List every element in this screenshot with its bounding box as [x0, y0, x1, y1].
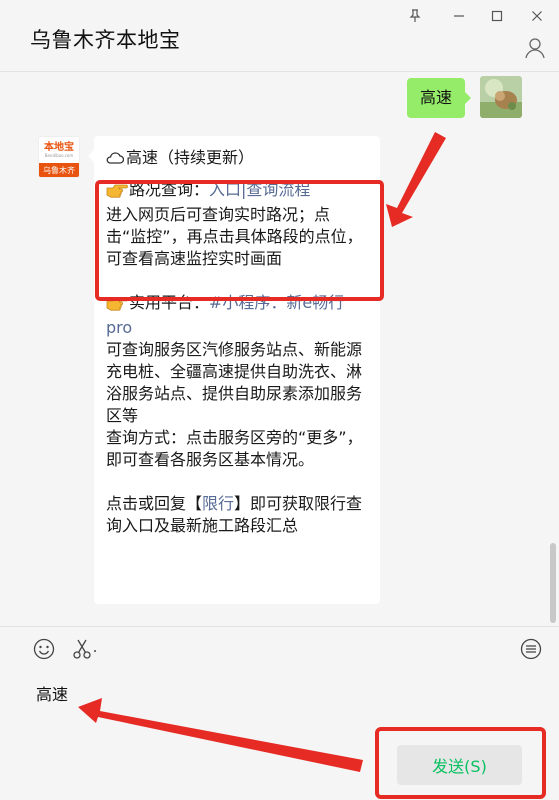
query-process-link[interactable]: 查询流程 [246, 180, 310, 199]
bendibao-logo: 本地宝 [44, 141, 74, 153]
bendibao-domain: Bendibao.com [44, 152, 74, 158]
platform-prefix: 实用平台： [129, 293, 210, 312]
bendibao-city: 乌鲁木齐 [39, 163, 79, 177]
chat-history-icon[interactable] [519, 637, 543, 661]
bendibao-avatar[interactable]: 本地宝 Bendibao.com 乌鲁木齐 [38, 136, 80, 178]
platform-description: 可查询服务区汽修服务站点、新能源充电桩、全疆高速提供自助洗衣、淋浴服务站点、提供… [106, 340, 363, 425]
query-method: 查询方式：点击服务区旁的“更多”，即可查看各服务区基本情况。 [106, 428, 363, 469]
platform-block: 实用平台：#小程序：新e畅行pro 可查询服务区汽修服务站点、新能源充电桩、全疆… [106, 292, 368, 471]
cloud-icon [106, 149, 125, 171]
input-area: 高速 发送(S) [0, 626, 559, 800]
message-input[interactable]: 高速 [36, 681, 68, 705]
road-query-description: 进入网页后可查询实时路况；点击“监控”，再点击具体路段的点位，可查看高速监控实时… [106, 205, 363, 268]
reply-header-text: 高速（持续更新） [126, 148, 255, 167]
title-bar: 乌鲁木齐本地宝 [0, 0, 559, 72]
user-avatar[interactable] [480, 76, 522, 118]
pointing-hand-icon [106, 182, 128, 204]
restriction-prefix: 点击或回复【 [106, 494, 203, 513]
chat-history[interactable]: 高速 本地宝 Bendibao.com 乌鲁木齐 高速（持续更新） 路况查询：入… [0, 73, 559, 625]
restriction-link[interactable]: 限行 [202, 494, 234, 513]
pointing-hand-icon [106, 295, 128, 317]
chat-title: 乌鲁木齐本地宝 [30, 28, 181, 52]
minimize-icon[interactable] [448, 6, 470, 26]
screenshot-scissors-icon[interactable] [70, 637, 100, 661]
reply-message[interactable]: 高速（持续更新） 路况查询：入口|查询流程 进入网页后可查询实时路况；点击“监控… [88, 136, 380, 604]
restriction-block: 点击或回复【限行】即可获取限行查询入口及最新施工路段汇总 [106, 493, 368, 537]
emoji-icon[interactable] [32, 637, 56, 661]
road-query-prefix: 路况查询： [129, 180, 210, 199]
pin-icon[interactable] [404, 6, 426, 26]
chat-scrollbar[interactable] [550, 543, 556, 623]
profile-icon[interactable] [523, 36, 547, 60]
reply-header: 高速（持续更新） [106, 147, 368, 171]
road-query-block: 路况查询：入口|查询流程 进入网页后可查询实时路况；点击“监控”，再点击具体路段… [106, 179, 368, 270]
send-button[interactable]: 发送(S) [397, 745, 522, 785]
maximize-icon[interactable] [486, 6, 508, 26]
entry-link[interactable]: 入口 [209, 180, 241, 199]
close-icon[interactable] [526, 6, 548, 26]
outgoing-message[interactable]: 高速 [407, 78, 472, 118]
